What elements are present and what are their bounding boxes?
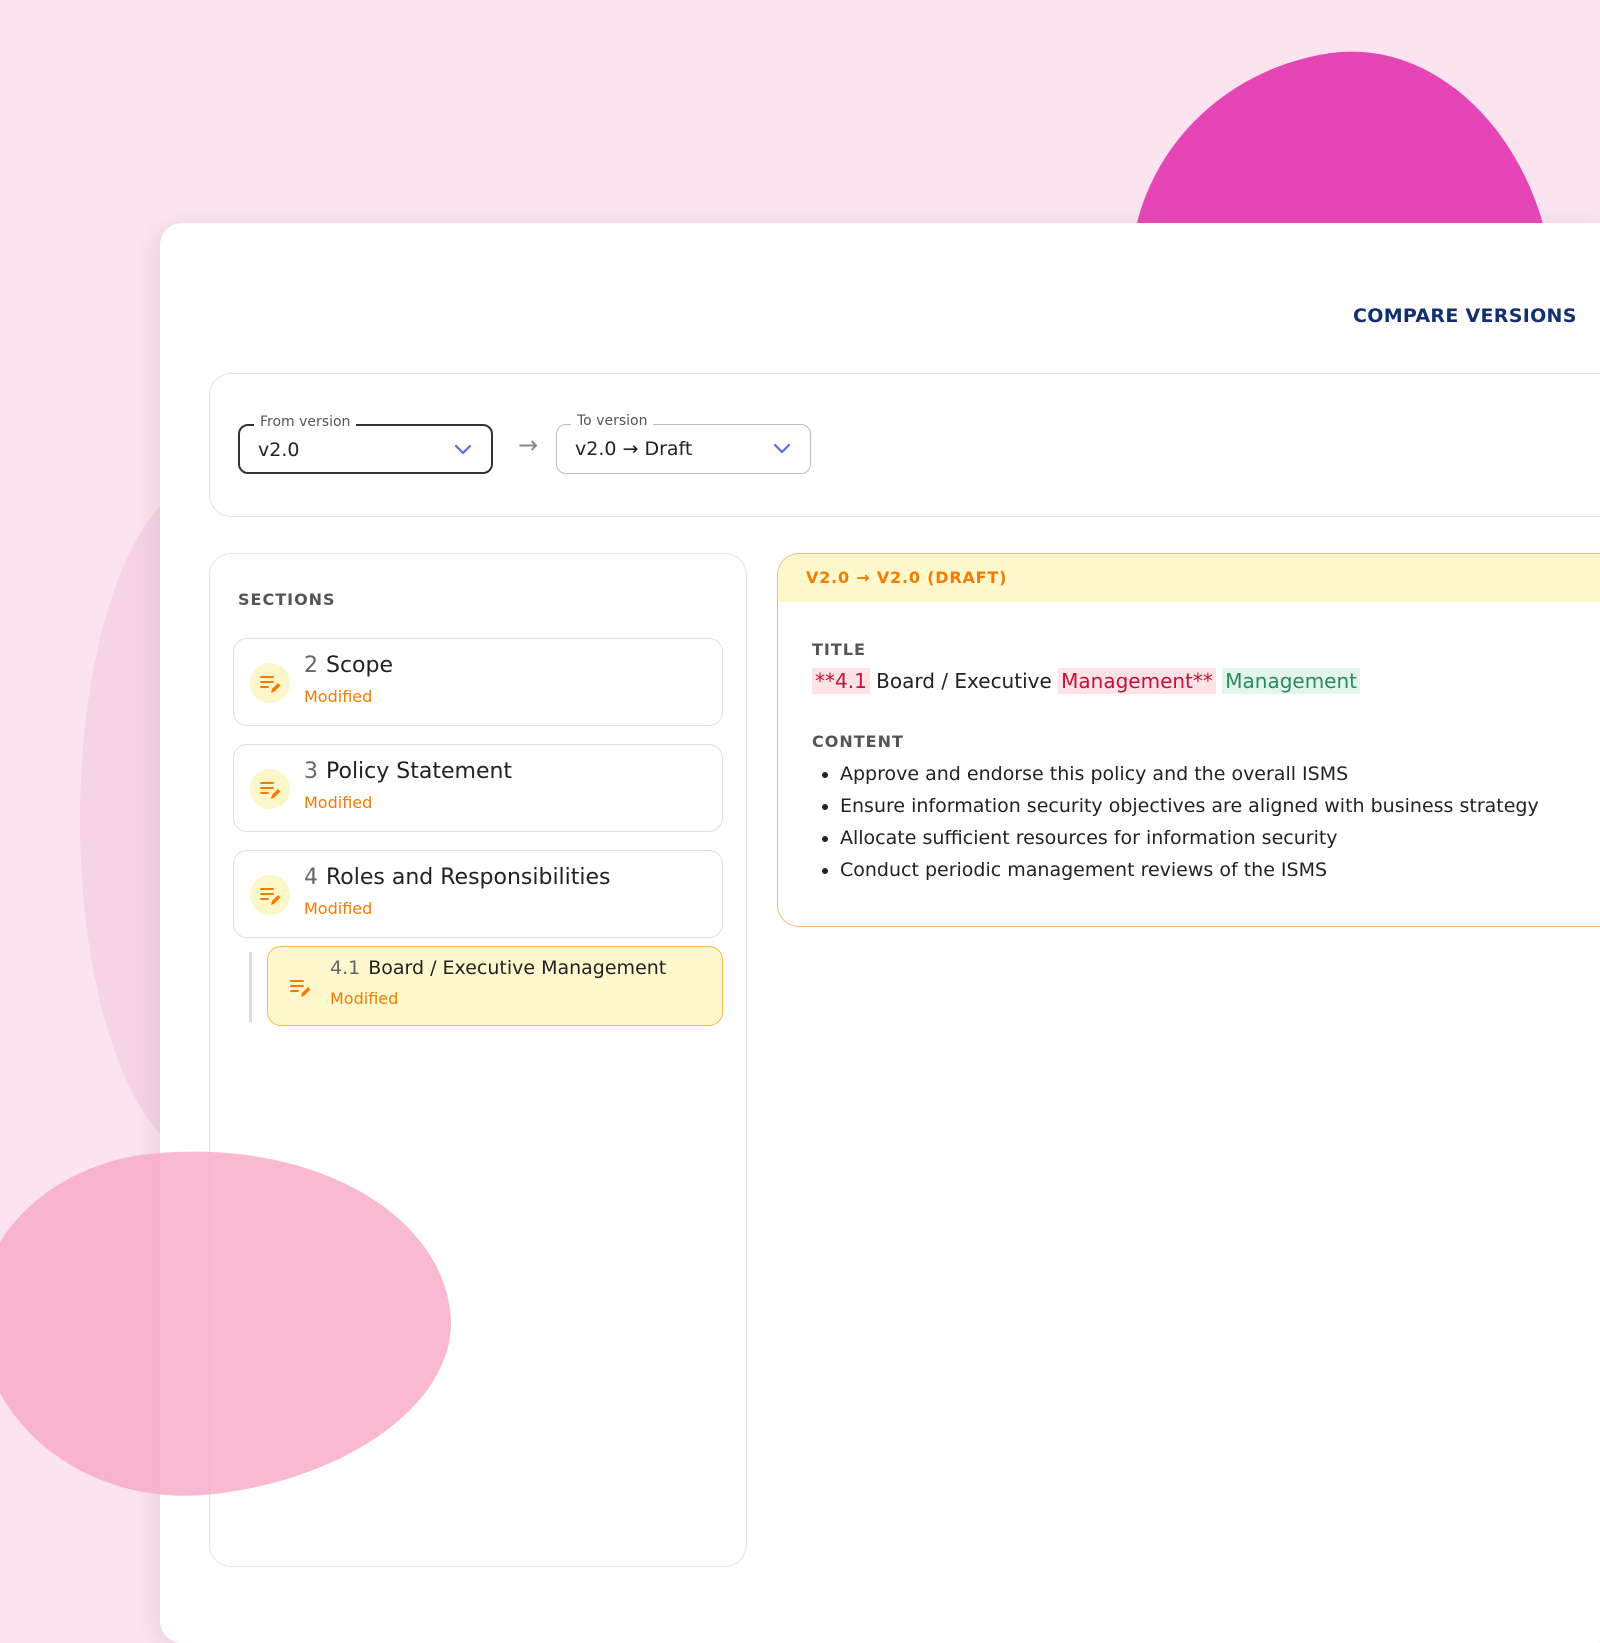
- deleted-text: **4.1: [812, 668, 870, 694]
- deleted-text: Management**: [1058, 668, 1216, 694]
- section-number: 4.1: [330, 957, 361, 979]
- from-version-value: v2.0: [258, 439, 300, 461]
- status-badge: Modified: [330, 989, 399, 1008]
- list-item: Ensure information security objectives a…: [840, 790, 1539, 822]
- section-item-scope[interactable]: 2 Scope Modified: [233, 638, 723, 726]
- diff-header: V2.0 → V2.0 (DRAFT): [778, 554, 1600, 602]
- section-item-roles-and-responsibilities[interactable]: 4 Roles and Responsibilities Modified: [233, 850, 723, 938]
- list-item: Allocate sufficient resources for inform…: [840, 822, 1539, 854]
- from-version-label: From version: [254, 414, 357, 430]
- edit-note-icon: [250, 663, 290, 703]
- to-version-label: To version: [571, 413, 654, 429]
- section-item-policy-statement[interactable]: 3 Policy Statement Modified: [233, 744, 723, 832]
- to-version-value: v2.0 → Draft: [575, 438, 693, 460]
- status-badge: Modified: [304, 793, 373, 812]
- section-title: 2 Scope: [304, 653, 393, 678]
- version-selector-panel: From version v2.0 → To version v2.0 → Dr…: [209, 373, 1600, 517]
- chevron-down-icon: [454, 444, 472, 455]
- edit-note-icon: [280, 967, 320, 1007]
- section-name: Board / Executive Management: [368, 957, 667, 979]
- section-title: 4.1 Board / Executive Management: [330, 957, 666, 979]
- section-title: 4 Roles and Responsibilities: [304, 865, 611, 890]
- section-item-board-executive-management[interactable]: 4.1 Board / Executive Management Modified: [267, 946, 723, 1026]
- section-title: 3 Policy Statement: [304, 759, 512, 784]
- list-item: Conduct periodic management reviews of t…: [840, 854, 1539, 886]
- section-number: 4: [304, 865, 318, 890]
- diff-title-line: **4.1 Board / Executive Management** Man…: [812, 668, 1360, 694]
- chevron-down-icon: [773, 443, 791, 454]
- to-version-select[interactable]: To version v2.0 → Draft: [556, 413, 811, 474]
- subsection-connector-line: [249, 952, 252, 1022]
- unchanged-text: Board / Executive: [869, 669, 1059, 693]
- status-badge: Modified: [304, 899, 373, 918]
- section-number: 3: [304, 759, 318, 784]
- arrow-right-icon: →: [518, 431, 539, 459]
- inserted-text: Management: [1222, 668, 1360, 694]
- diff-panel: V2.0 → V2.0 (DRAFT) TITLE **4.1 Board / …: [777, 553, 1600, 927]
- section-number: 2: [304, 653, 318, 678]
- section-name: Policy Statement: [326, 759, 513, 784]
- diff-header-label: V2.0 → V2.0 (DRAFT): [806, 568, 1008, 587]
- from-version-select[interactable]: From version v2.0: [238, 414, 493, 474]
- section-name: Scope: [326, 653, 394, 678]
- sections-heading: SECTIONS: [238, 590, 336, 609]
- title-label: TITLE: [812, 640, 866, 659]
- list-item: Approve and endorse this policy and the …: [840, 758, 1539, 790]
- edit-note-icon: [250, 875, 290, 915]
- edit-note-icon: [250, 769, 290, 809]
- section-name: Roles and Responsibilities: [326, 865, 611, 890]
- content-list: Approve and endorse this policy and the …: [812, 758, 1539, 886]
- content-label: CONTENT: [812, 732, 904, 751]
- status-badge: Modified: [304, 687, 373, 706]
- page-title: COMPARE VERSIONS: [1353, 305, 1577, 327]
